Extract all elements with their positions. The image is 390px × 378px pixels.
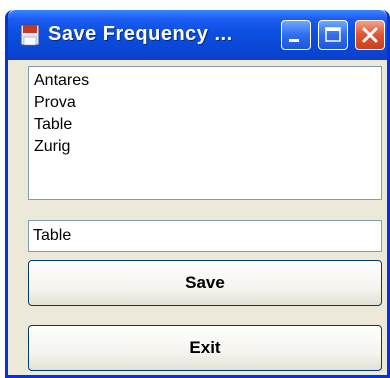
close-icon bbox=[362, 27, 378, 43]
title-bar[interactable]: Save Frequency ... bbox=[8, 10, 387, 60]
name-input[interactable]: Table bbox=[28, 220, 382, 252]
minimize-button[interactable] bbox=[281, 20, 311, 50]
maximize-icon bbox=[325, 27, 341, 42]
list-item[interactable]: Antares bbox=[32, 70, 378, 92]
exit-button[interactable]: Exit bbox=[28, 325, 382, 371]
minimize-icon bbox=[289, 39, 299, 42]
save-button[interactable]: Save bbox=[28, 260, 382, 306]
save-frequency-window: Save Frequency ... Antares Prova Table Z… bbox=[5, 10, 390, 378]
list-item[interactable]: Zurig bbox=[32, 136, 378, 158]
frequency-list[interactable]: Antares Prova Table Zurig bbox=[28, 66, 382, 200]
window-title: Save Frequency ... bbox=[48, 23, 233, 45]
list-item[interactable]: Table bbox=[32, 114, 378, 136]
floppy-disk-icon bbox=[20, 24, 40, 46]
list-item[interactable]: Prova bbox=[32, 92, 378, 114]
close-button[interactable] bbox=[355, 20, 385, 50]
maximize-button[interactable] bbox=[318, 20, 348, 50]
